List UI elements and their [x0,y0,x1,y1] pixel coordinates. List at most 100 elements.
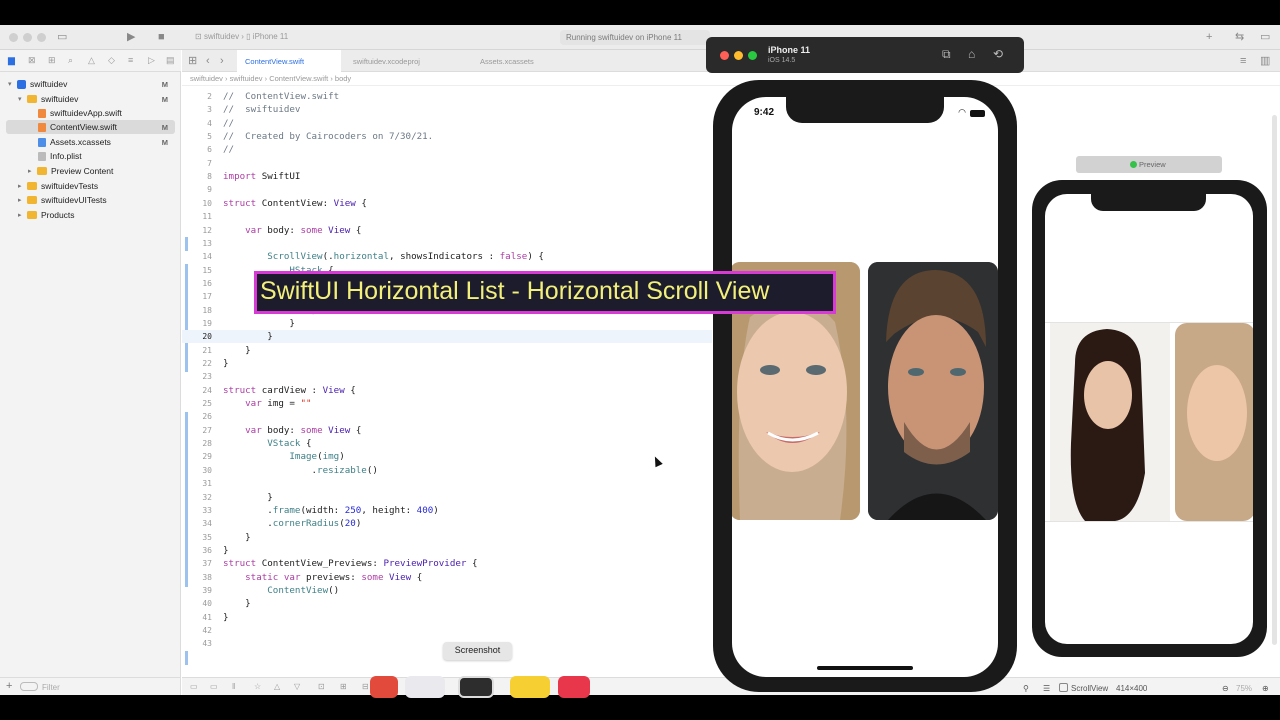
tree-item-app-file[interactable]: swiftuidevApp.swift [38,106,122,120]
preview-label[interactable]: Preview [1139,160,1166,169]
disclosure-down-icon[interactable]: ▾ [8,80,17,88]
news-app-icon[interactable] [558,676,590,698]
disclosure-right-icon[interactable]: ▸ [18,182,27,190]
breakpoints-toggle-icon[interactable]: ▭ [210,682,218,691]
calendar-app-icon[interactable] [370,676,398,698]
zoom-in-icon[interactable]: ⊕ [1262,684,1269,693]
filter-input[interactable]: Filter [42,683,60,692]
code-line[interactable]: } [223,612,229,623]
tree-item-info-plist[interactable]: Info.plist [38,149,82,163]
code-line[interactable]: } [223,358,229,369]
rotate-icon[interactable]: ⟲ [993,47,1003,61]
code-line[interactable]: var body: some View { [223,225,361,236]
tab-xcodeproj[interactable]: swiftuidev.xcodeproj [345,50,465,72]
code-line[interactable]: .frame(width: 250, height: 400) [223,505,439,516]
code-line[interactable]: } [223,532,251,543]
view-debugger-icon[interactable]: ⊡ [318,682,325,691]
code-line[interactable]: // [223,118,234,129]
editor-options-icon[interactable]: ≡ [1240,54,1246,68]
pause-icon[interactable]: ‖ [232,682,235,691]
project-navigator-icon[interactable]: ▆ [8,55,15,66]
report-navigator-icon[interactable]: ▤ [166,55,175,66]
code-line[interactable]: ScrollView(.horizontal, showsIndicators … [223,251,544,262]
run-icon[interactable]: ▶ [127,30,135,44]
code-line[interactable]: // swiftuidev [223,104,300,115]
minimize-window-button[interactable] [734,51,743,60]
code-line[interactable]: import SwiftUI [223,171,300,182]
zoom-out-icon[interactable]: ⊖ [1222,684,1229,693]
memory-graph-icon[interactable]: ⊞ [340,682,347,691]
home-indicator[interactable] [817,666,913,670]
add-icon[interactable]: + [1206,30,1212,44]
preview-screen[interactable] [1045,194,1253,644]
code-line[interactable]: var img = "" [223,398,311,409]
forward-icon[interactable]: › [220,54,224,68]
code-line[interactable]: struct cardView : View { [223,385,356,396]
toggle-icon[interactable]: ☰ [1043,684,1050,693]
close-window-button[interactable] [720,51,729,60]
console-toggle-icon[interactable]: ▭ [190,682,198,691]
tab-assets[interactable]: Assets.xcassets [472,50,582,72]
step-over-icon[interactable]: ☆ [254,682,261,691]
stop-icon[interactable]: ■ [158,30,165,44]
inspector-toggle-icon[interactable]: ▭ [1260,30,1270,44]
test-navigator-icon[interactable]: ◇ [108,55,115,66]
simulator-screen[interactable]: 9:42 ◠ [732,97,998,677]
code-line[interactable]: .resizable() [223,465,378,476]
zoom-window-button[interactable] [748,51,757,60]
screenshot-app-icon[interactable] [458,676,494,698]
related-items-icon[interactable]: ⊞ [188,54,197,68]
code-review-icon[interactable]: ⇆ [1235,30,1244,44]
code-line[interactable]: struct ContentView_Previews: PreviewProv… [223,558,478,569]
code-line[interactable]: struct ContentView: View { [223,198,367,209]
tree-item-contentview-file[interactable]: ContentView.swift [38,120,117,134]
scheme-selector[interactable]: ⊡ swiftuidev › ▯ iPhone 11 [195,32,288,41]
disclosure-right-icon[interactable]: ▸ [18,211,27,219]
sidebar-toggle-icon[interactable]: ▭ [57,30,67,44]
disclosure-right-icon[interactable]: ▸ [28,167,37,175]
tree-item-products[interactable]: ▸ Products [18,208,75,222]
pin-icon[interactable]: ⚲ [1023,684,1029,693]
breakpoint-navigator-icon[interactable]: ▷ [148,55,155,66]
code-line[interactable]: Image(img) [223,451,344,462]
find-navigator-icon[interactable]: ⌕ [68,55,73,66]
code-line[interactable]: static var previews: some View { [223,572,422,583]
code-line[interactable]: } [223,598,251,609]
step-out-icon[interactable]: ▽ [294,682,300,691]
code-line[interactable]: } [223,331,273,342]
back-icon[interactable]: ‹ [206,54,210,68]
code-line[interactable]: // ContentView.swift [223,91,339,102]
code-line[interactable]: } [223,492,273,503]
selectable-checkbox[interactable] [1059,683,1068,692]
issue-navigator-icon[interactable]: △ [88,55,95,66]
tree-item-preview-content[interactable]: ▸ Preview Content [28,164,113,178]
add-file-icon[interactable]: + [6,680,12,692]
code-line[interactable]: ContentView() [223,585,339,596]
code-line[interactable]: VStack { [223,438,311,449]
zoom-window-button[interactable] [37,33,46,42]
disclosure-right-icon[interactable]: ▸ [18,196,27,204]
code-line[interactable]: } [223,545,229,556]
code-line[interactable]: // Created by Cairocoders on 7/30/21. [223,131,433,142]
screenshot-icon[interactable]: ⧉ [942,47,951,62]
minimize-window-button[interactable] [23,33,32,42]
code-line[interactable]: } [223,318,295,329]
card-view-2[interactable] [868,262,998,520]
debug-navigator-icon[interactable]: ≡ [128,55,133,65]
filter-options-icon[interactable] [20,682,38,691]
step-in-icon[interactable]: △ [274,682,280,691]
controls-app-icon[interactable] [405,676,445,698]
source-control-icon[interactable]: ⊠ [28,55,36,66]
zoom-level[interactable]: 75% [1236,684,1252,693]
close-window-button[interactable] [9,33,18,42]
code-line[interactable]: } [223,345,251,356]
jump-bar[interactable]: swiftuidev › swiftuidev › ContentView.sw… [182,72,1280,86]
tree-item-project[interactable]: ▾ swiftuidev [8,77,67,91]
tree-item-tests[interactable]: ▸ swiftuidevTests [18,179,98,193]
tree-item-group-swiftuidev[interactable]: ▾ swiftuidev [18,92,78,106]
tree-item-uitests[interactable]: ▸ swiftuidevUITests [18,193,107,207]
code-line[interactable]: .cornerRadius(20) [223,518,361,529]
tree-item-assets[interactable]: Assets.xcassets [38,135,111,149]
code-line[interactable]: var body: some View { [223,425,361,436]
preview-horizontal-list[interactable] [1045,322,1253,522]
